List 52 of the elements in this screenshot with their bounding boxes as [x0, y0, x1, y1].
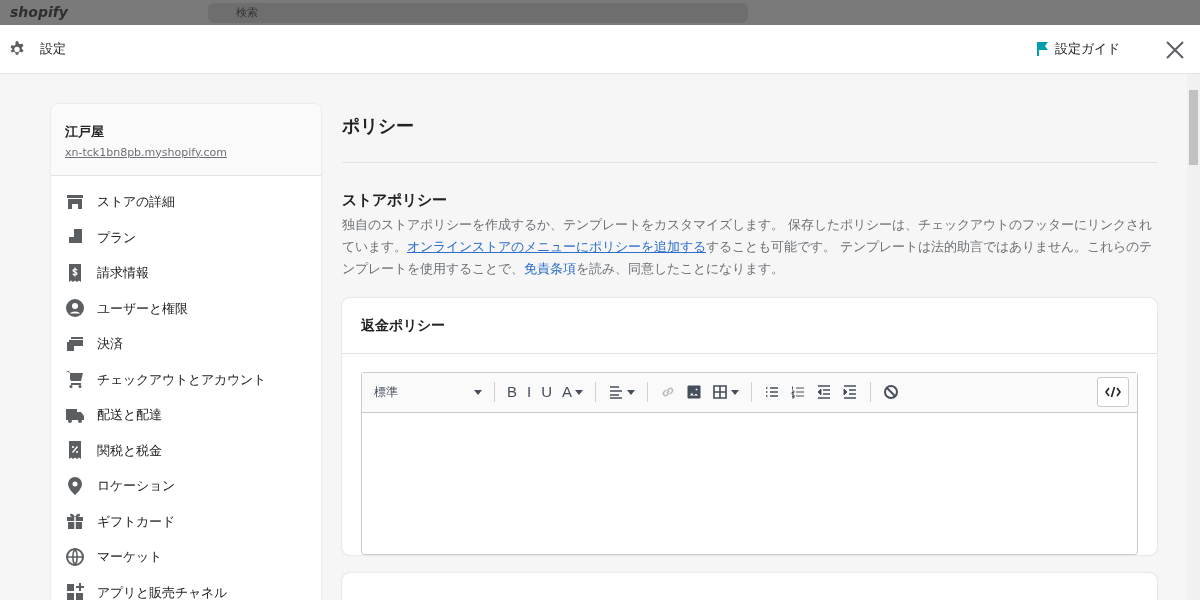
- sidebar-item[interactable]: ロケーション: [51, 468, 321, 504]
- scrollbar[interactable]: [1187, 74, 1200, 600]
- align-left-icon: [608, 384, 625, 400]
- sidebar-item[interactable]: チェックアウトとアカウント: [51, 361, 321, 397]
- numbered-list-icon: [790, 384, 807, 400]
- code-view-button[interactable]: [1097, 377, 1129, 407]
- page-heading: ポリシー: [342, 112, 1157, 163]
- section-description: 独自のストアポリシーを作成するか、テンプレートをカスタマイズします。 保存したポリシーは、チェックアウトのフッターにリンクされています。オンラインストアのメニューにポリシーを追加するすることも可能です。 テンプレートは法的助言ではありません。これらのテンプレートを使用することで、免責条項を読み、同意したことになります。: [342, 215, 1154, 278]
- sidebar-item[interactable]: マーケット: [51, 539, 321, 575]
- indent-icon: [842, 384, 859, 400]
- caret-icon: [474, 389, 482, 395]
- sidebar-item[interactable]: ギフトカード: [51, 503, 321, 539]
- sidebar-item[interactable]: 決済: [51, 326, 321, 362]
- caret-icon: [627, 389, 636, 395]
- logo-text: shopify: [10, 3, 68, 22]
- sidebar-item[interactable]: ユーザーと権限: [51, 290, 321, 326]
- sidebar-item[interactable]: プラン: [51, 219, 321, 255]
- sidebar-item[interactable]: 配送と配達: [51, 397, 321, 433]
- format-button[interactable]: B: [503, 379, 521, 405]
- sidebar-item[interactable]: 請求情報: [51, 255, 321, 291]
- format-dropdown[interactable]: 標準: [374, 383, 486, 401]
- inline-link[interactable]: 免責条項: [524, 260, 576, 276]
- outdent-icon: [816, 384, 833, 400]
- section-title: ストアポリシー: [342, 190, 448, 211]
- user-circle-icon: [65, 298, 85, 319]
- apps-icon: [65, 582, 85, 600]
- sidebar-item[interactable]: ストアの詳細: [51, 184, 321, 220]
- globe-icon: [65, 546, 85, 567]
- format-button[interactable]: U: [537, 379, 557, 405]
- sidebar-item[interactable]: 関税と税金: [51, 432, 321, 468]
- cart-icon: [65, 369, 85, 390]
- code-icon: [1105, 386, 1121, 398]
- bulleted-list-icon: [764, 384, 781, 400]
- format-button[interactable]: I: [523, 379, 536, 405]
- prohibited-icon: [883, 384, 900, 400]
- caret-icon: [731, 389, 740, 395]
- page-title: 設定: [40, 40, 66, 59]
- caret-icon: [575, 389, 584, 395]
- image-icon: [686, 384, 703, 400]
- inline-link[interactable]: オンラインストアのメニューにポリシーを追加する: [407, 238, 706, 254]
- close-button[interactable]: [1166, 39, 1184, 59]
- store-domain-link[interactable]: xn-tck1bn8pb.myshopify.com: [65, 145, 227, 159]
- location-pin-icon: [65, 475, 85, 496]
- setup-guide-link[interactable]: 設定ガイド: [1029, 38, 1126, 60]
- gift-icon: [65, 511, 85, 532]
- sidebar-item[interactable]: アプリと販売チャネル: [51, 574, 321, 600]
- format-button[interactable]: A: [558, 379, 588, 405]
- flag-icon: [1035, 41, 1049, 57]
- settings-icon: [8, 40, 26, 58]
- table-icon: [712, 384, 729, 400]
- store-name: 江戸屋: [65, 123, 105, 141]
- card-title: 返金ポリシー: [342, 297, 1157, 354]
